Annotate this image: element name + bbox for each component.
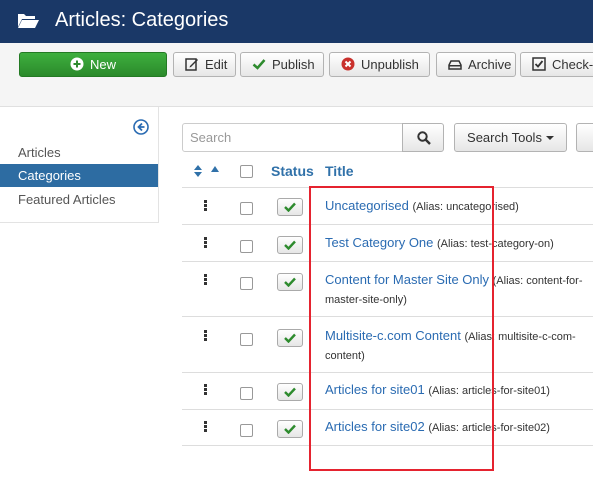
unpublish-button-label: Unpublish (361, 57, 419, 72)
title-cell: Multisite-c.com Content (Alias: multisit… (325, 327, 593, 365)
table-row: Articles for site02 (Alias: articles-for… (182, 409, 593, 446)
sidebar-item-categories[interactable]: Categories (0, 164, 158, 187)
drag-handle-icon[interactable] (204, 384, 208, 396)
published-toggle[interactable] (277, 383, 303, 401)
archive-button-label: Archive (468, 57, 512, 72)
table-row: Multisite-c.com Content (Alias: multisit… (182, 316, 593, 372)
unpublish-button[interactable]: Unpublish (329, 52, 430, 77)
row-checkbox[interactable] (240, 424, 253, 437)
new-button[interactable]: New (19, 52, 167, 77)
alias-text: (Alias: articles-for-site02) (428, 422, 550, 434)
publish-button-label: Publish (272, 57, 315, 72)
title-cell: Uncategorised (Alias: uncategorised) (325, 197, 593, 216)
search-button[interactable] (402, 123, 444, 152)
category-link[interactable]: Articles for site01 (325, 382, 425, 397)
sort-icon (194, 165, 202, 177)
edit-icon (185, 58, 198, 71)
row-checkbox[interactable] (240, 202, 253, 215)
category-link[interactable]: Multisite-c.com Content (325, 328, 461, 343)
published-toggle[interactable] (277, 420, 303, 438)
title-cell: Test Category One (Alias: test-category-… (325, 234, 593, 253)
checkin-button-label: Check-i (552, 57, 593, 72)
check-icon (284, 424, 296, 434)
table-row: Articles for site01 (Alias: articles-for… (182, 372, 593, 409)
folder-open-icon (18, 14, 39, 28)
published-toggle[interactable] (277, 329, 303, 347)
row-checkbox[interactable] (240, 240, 253, 253)
row-checkbox[interactable] (240, 277, 253, 290)
sidebar: Articles Categories Featured Articles (0, 107, 159, 223)
search-tools-button[interactable]: Search Tools (454, 123, 567, 152)
published-toggle[interactable] (277, 273, 303, 291)
sort-asc-icon (211, 166, 219, 172)
drag-handle-icon[interactable] (204, 421, 208, 433)
category-link[interactable]: Test Category One (325, 235, 433, 250)
table-row: Content for Master Site Only (Alias: con… (182, 261, 593, 316)
row-checkbox[interactable] (240, 333, 253, 346)
search-icon (417, 131, 431, 145)
title-cell: Content for Master Site Only (Alias: con… (325, 271, 593, 309)
published-toggle[interactable] (277, 198, 303, 216)
title-cell: Articles for site01 (Alias: articles-for… (325, 381, 593, 400)
table-row: Test Category One (Alias: test-category-… (182, 224, 593, 261)
table-row: Uncategorised (Alias: uncategorised) (182, 187, 593, 223)
clear-button[interactable] (576, 123, 593, 152)
checkbox-icon (532, 57, 546, 71)
category-link[interactable]: Content for Master Site Only (325, 272, 489, 287)
check-icon (284, 202, 296, 212)
title-column-header[interactable]: Title (325, 158, 354, 184)
plus-circle-icon (70, 57, 84, 71)
new-button-label: New (89, 57, 116, 72)
category-link[interactable]: Articles for site02 (325, 419, 425, 434)
ordering-column-header[interactable] (193, 158, 223, 184)
archive-button[interactable]: Archive (436, 52, 516, 77)
title-cell: Articles for site02 (Alias: articles-for… (325, 418, 593, 437)
collapse-sidebar-icon[interactable] (133, 119, 149, 135)
alias-text: (Alias: test-category-on) (437, 238, 554, 250)
page-header: Articles: Categories (0, 0, 593, 43)
published-toggle[interactable] (277, 236, 303, 254)
drag-handle-icon[interactable] (204, 200, 208, 212)
check-icon (284, 240, 296, 250)
drag-handle-icon[interactable] (204, 274, 208, 286)
publish-button[interactable]: Publish (240, 52, 324, 77)
toolbar: New Edit Publish Unpublish Archive Check… (0, 43, 593, 107)
sidebar-item-featured-articles[interactable]: Featured Articles (0, 188, 158, 211)
alias-text: (Alias: articles-for-site01) (428, 385, 550, 397)
sidebar-item-articles[interactable]: Articles (0, 141, 158, 164)
edit-button[interactable]: Edit (173, 52, 236, 77)
check-icon (284, 333, 296, 343)
check-all-checkbox[interactable] (240, 158, 253, 184)
category-link[interactable]: Uncategorised (325, 198, 409, 213)
checkin-button[interactable]: Check-i (520, 52, 593, 77)
page-title: Articles: Categories (55, 9, 229, 31)
alias-text: (Alias: uncategorised) (412, 201, 519, 213)
check-icon (284, 277, 296, 287)
search-input[interactable] (182, 123, 403, 152)
status-column-header[interactable]: Status (271, 158, 314, 184)
drag-handle-icon[interactable] (204, 237, 208, 249)
check-icon (284, 387, 296, 397)
edit-button-label: Edit (205, 57, 228, 72)
archive-icon (448, 60, 462, 70)
search-tools-label: Search Tools (467, 130, 542, 145)
row-checkbox[interactable] (240, 387, 253, 400)
unpublish-icon (341, 57, 355, 71)
caret-down-icon (545, 136, 554, 140)
drag-handle-icon[interactable] (204, 330, 208, 342)
check-icon (252, 59, 266, 70)
